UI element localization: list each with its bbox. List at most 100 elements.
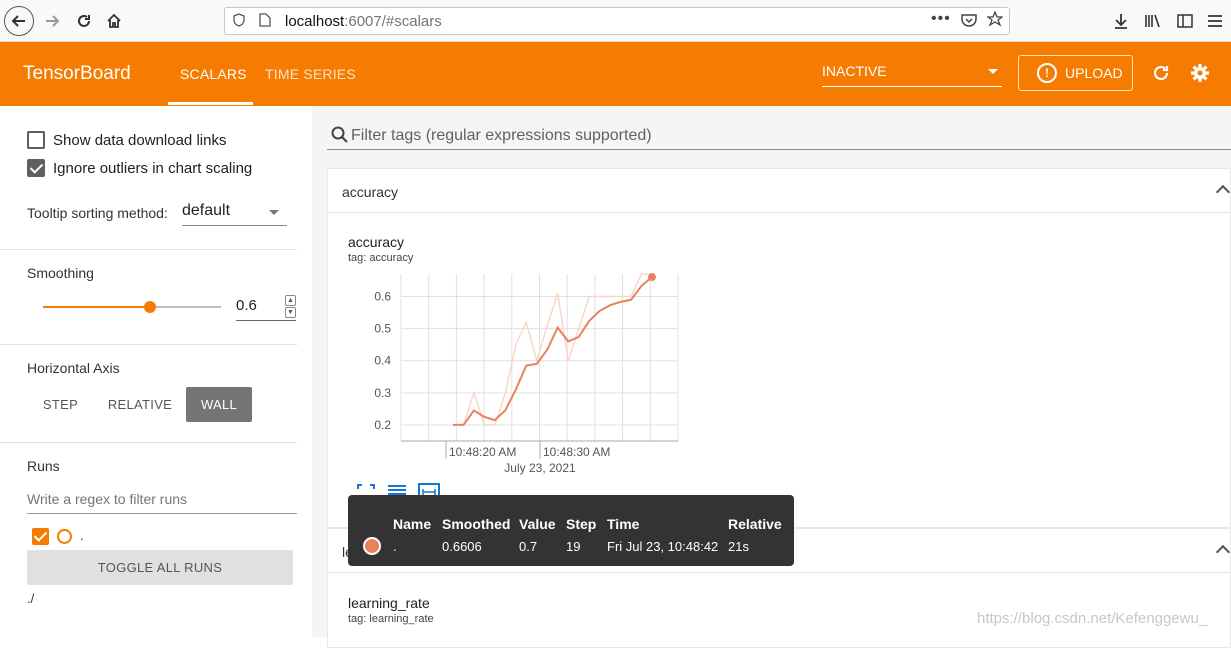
smoothing-slider[interactable] — [43, 301, 221, 313]
smoothing-stepper[interactable]: ▲ ▼ — [285, 295, 296, 319]
hover-point — [648, 273, 656, 282]
increment-icon[interactable]: ▲ — [285, 295, 296, 306]
run-color-dot — [363, 537, 381, 555]
horizontal-axis-label: Horizontal Axis — [27, 360, 120, 376]
decrement-icon[interactable]: ▼ — [285, 307, 296, 318]
more-icon[interactable]: ••• — [931, 10, 951, 28]
upload-button[interactable]: ! UPLOAD — [1018, 55, 1133, 91]
home-icon — [107, 13, 121, 28]
x-tick-label: 10:48:20 AM — [449, 445, 516, 459]
url-text: localhost:6007/#scalars — [285, 13, 442, 30]
chart-tooltip: Name Smoothed Value Step Time Relative .… — [348, 495, 794, 566]
tooltip-sort-value: default — [182, 202, 231, 219]
reload-icon — [78, 15, 90, 27]
watermark: https://blog.csdn.net/Kefenggewu_ — [977, 610, 1208, 627]
home-button[interactable] — [100, 7, 128, 35]
tooltip-relative: 21s — [728, 539, 749, 554]
show-download-links-option[interactable]: Show data download links — [27, 130, 226, 150]
tooltip-header-value: Value — [519, 516, 556, 532]
run-checkbox[interactable] — [32, 528, 49, 545]
hamburger-icon — [1208, 15, 1222, 27]
forward-button[interactable] — [38, 7, 66, 35]
page-icon — [259, 13, 271, 30]
y-tick-label: 0.5 — [374, 322, 391, 336]
checkbox[interactable] — [27, 131, 45, 149]
run-name: . — [80, 528, 84, 543]
y-tick-label: 0.6 — [374, 289, 391, 303]
upload-label: UPLOAD — [1065, 65, 1123, 81]
divider — [0, 249, 297, 250]
tooltip-smoothed: 0.6606 — [442, 539, 482, 554]
accuracy-chart[interactable]: 0.2 0.3 0.4 0.5 0.6 10:48:20 AM 10:48:30 AM J… — [328, 269, 708, 479]
smoothing-label: Smoothing — [27, 265, 94, 281]
sidebar-button[interactable] — [1171, 7, 1199, 35]
search-icon — [331, 126, 348, 143]
axis-wall-button[interactable]: WALL — [186, 387, 252, 422]
chevron-down-icon — [988, 69, 998, 74]
tooltip-header-relative: Relative — [728, 516, 782, 532]
chart-title: accuracy — [348, 234, 405, 250]
chart-title: learning_rate — [348, 595, 430, 611]
tooltip-header-step: Step — [566, 516, 597, 532]
tooltip-sort-label: Tooltip sorting method: — [27, 205, 168, 221]
shield-icon — [233, 13, 245, 30]
menu-button[interactable] — [1201, 7, 1229, 35]
info-icon: ! — [1037, 63, 1057, 83]
library-button[interactable] — [1139, 7, 1167, 35]
browser-toolbar: localhost:6007/#scalars ••• — [0, 0, 1231, 42]
arrow-left-icon — [11, 15, 25, 27]
checkbox-checked[interactable] — [27, 159, 45, 177]
logdir-label: ./ — [27, 591, 35, 606]
x-tick-label: 10:48:30 AM — [543, 445, 610, 459]
tooltip-header-smoothed: Smoothed — [442, 516, 511, 532]
bookmark-star-icon[interactable] — [986, 10, 1004, 30]
y-tick-label: 0.2 — [374, 418, 391, 432]
tooltip-step: 19 — [566, 539, 581, 554]
show-download-links-label: Show data download links — [53, 131, 227, 149]
chevron-up-icon[interactable] — [1215, 544, 1231, 560]
reload-button[interactable] — [70, 7, 98, 35]
slider-fill — [43, 306, 150, 308]
tag-filter-input[interactable]: Filter tags (regular expressions support… — [327, 122, 1231, 150]
run-status-value: INACTIVE — [822, 63, 887, 79]
run-status-select[interactable]: INACTIVE — [822, 63, 1002, 87]
toggle-all-runs-button[interactable]: TOGGLE ALL RUNS — [27, 550, 293, 585]
app-title: TensorBoard — [23, 63, 131, 84]
active-tab-indicator — [168, 102, 253, 105]
divider — [0, 344, 297, 345]
arrow-right-icon — [46, 15, 60, 27]
reload-icon[interactable] — [1150, 62, 1172, 84]
card-title: accuracy — [342, 184, 399, 200]
tooltip-name: . — [393, 539, 397, 554]
library-icon — [1145, 14, 1160, 28]
runs-filter-input[interactable]: Write a regex to filter runs — [27, 488, 297, 514]
axis-relative-button[interactable]: RELATIVE — [100, 387, 180, 422]
chart-tag: tag: accuracy — [348, 252, 414, 264]
smoothing-value: 0.6 — [236, 297, 257, 314]
ignore-outliers-option[interactable]: Ignore outliers in chart scaling — [27, 158, 252, 178]
filter-placeholder: Filter tags (regular expressions support… — [351, 127, 652, 144]
tooltip-sort-select[interactable]: default — [182, 202, 287, 226]
tab-time-series[interactable]: TIME SERIES — [265, 66, 356, 82]
accuracy-card: accuracy accuracy tag: accuracy 0.2 0.3 0.… — [327, 168, 1231, 528]
divider — [0, 442, 297, 443]
slider-handle[interactable] — [144, 301, 156, 313]
sidebar-icon — [1177, 14, 1193, 28]
url-bar[interactable]: localhost:6007/#scalars ••• — [224, 7, 1010, 35]
axis-step-button[interactable]: STEP — [33, 387, 88, 422]
card-header[interactable]: accuracy — [328, 169, 1231, 213]
tab-scalars[interactable]: SCALARS — [180, 66, 247, 82]
chevron-up-icon[interactable] — [1215, 184, 1231, 200]
y-tick-label: 0.4 — [374, 354, 391, 368]
ignore-outliers-label: Ignore outliers in chart scaling — [53, 159, 253, 177]
tensorboard-header: TensorBoard SCALARS TIME SERIES INACTIVE… — [0, 42, 1231, 106]
back-button[interactable] — [4, 6, 34, 36]
download-icon — [1115, 14, 1127, 29]
settings-gear-icon[interactable] — [1189, 62, 1211, 84]
run-color-swatch[interactable] — [57, 529, 72, 544]
downloads-button[interactable] — [1107, 7, 1135, 35]
tooltip-value: 0.7 — [519, 539, 538, 554]
tooltip-header-time: Time — [607, 516, 640, 532]
tooltip-time: Fri Jul 23, 10:48:42 — [607, 539, 719, 554]
pocket-icon[interactable] — [961, 13, 977, 30]
